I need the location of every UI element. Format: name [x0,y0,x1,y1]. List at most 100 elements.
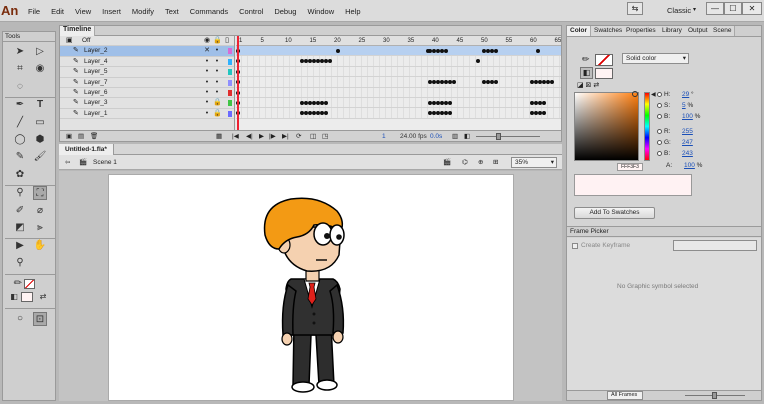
a-value[interactable]: 100 [684,162,695,169]
fill-color-icon[interactable]: ◧ [7,290,21,304]
keyframe[interactable] [542,101,546,105]
frames-filter-select[interactable]: All Frames [607,391,643,400]
visibility-toggle[interactable]: • [203,78,211,88]
playhead[interactable] [237,36,239,141]
stroke-swatch[interactable] [595,54,613,66]
frame-ruler[interactable]: 151015202530354045505560651s2s [236,36,561,46]
clip-stage-icon[interactable]: ⊞ [493,155,498,170]
layer-row[interactable]: ✎ Layer_4 • • [60,57,234,68]
menu-commands[interactable]: Commands [190,7,228,16]
layer-color-chip[interactable] [228,90,232,96]
pencil-tool-icon[interactable]: ✎ [13,150,27,164]
color-spectrum[interactable] [574,92,639,161]
layer-row[interactable]: ✎ Layer_5 • • [60,67,234,78]
step-back-icon[interactable]: ◀| [246,131,253,142]
frame-center-icon[interactable]: ▥ [452,131,458,142]
visibility-toggle[interactable]: • [203,98,211,108]
maximize-button[interactable]: ☐ [724,2,742,15]
snap-to-icon[interactable]: ⊕ [478,155,483,170]
lock-toggle[interactable]: • [213,46,221,56]
edit-scene-icon[interactable]: 🎬 [443,155,451,170]
play-icon[interactable]: ▶ [259,131,264,142]
document-tab[interactable]: Untitled-1.fla* [59,144,114,155]
text-tool-icon[interactable]: T [33,98,47,112]
radio-g[interactable] [657,139,662,145]
r-value[interactable]: 255 [682,128,693,135]
layer-color-chip[interactable] [228,110,232,117]
new-folder-icon[interactable]: ▤ [78,131,84,142]
deco-tool-icon[interactable]: ✿ [13,168,27,182]
loop-icon[interactable]: ⟳ [296,131,301,142]
stroke-color-icon[interactable]: ✏ [582,54,590,65]
cartoon-character[interactable] [109,175,515,401]
3d-rotation-icon[interactable]: ◉ [33,62,47,76]
layer-row[interactable]: ✎ Layer_3 • 🔒 [60,98,234,109]
minimize-button[interactable]: — [706,2,724,15]
layer-color-chip[interactable] [228,69,232,76]
h-value[interactable]: 29 [682,91,689,98]
menu-view[interactable]: View [75,7,91,16]
fill-bucket-icon[interactable]: ◧ [580,67,593,79]
radio-bv[interactable] [657,113,662,119]
menu-file[interactable]: File [28,7,40,16]
visibility-toggle[interactable]: • [203,109,211,119]
menu-control[interactable]: Control [239,7,263,16]
keyframe[interactable] [324,101,328,105]
frame-row[interactable] [236,108,561,119]
first-frame-icon[interactable]: |◀ [232,131,239,142]
lock-toggle[interactable]: 🔒 [213,98,222,108]
paint-bucket-icon[interactable]: ⛶ [33,186,47,200]
layer-color-chip[interactable] [228,48,232,55]
frame-row[interactable] [236,77,561,88]
tab-color[interactable]: Color [567,26,591,36]
zoom-tool-icon[interactable]: ⚲ [13,256,27,270]
layer-color-chip[interactable] [228,58,232,65]
polystar-icon[interactable]: ⬢ [33,133,47,147]
pen-tool-icon[interactable]: ✒ [13,98,27,112]
menu-modify[interactable]: Modify [132,7,154,16]
lock-toggle[interactable]: • [213,57,221,67]
eyedropper-icon[interactable]: ⌀ [33,204,47,218]
timeline-zoom-slider[interactable] [476,136,540,137]
camera-tool-icon[interactable]: ▶ [13,239,27,253]
keyframe[interactable] [494,80,498,85]
layer-name[interactable]: Layer_7 [84,78,108,88]
create-keyframe-checkbox[interactable] [572,243,578,249]
keyframe[interactable] [336,49,340,53]
menu-text[interactable]: Text [165,7,179,16]
hex-field[interactable]: FFF3F3 [617,163,643,171]
fill-type-select[interactable]: Solid color ▾ [622,53,689,64]
visibility-toggle[interactable]: • [203,88,211,98]
keyframe[interactable] [536,49,540,53]
back-arrow-icon[interactable]: ⇦ [65,155,70,170]
stage[interactable] [108,174,514,401]
keyframe[interactable] [550,80,554,85]
edit-symbol-icon[interactable]: ⌬ [462,155,468,170]
layer-row[interactable]: ✎ Layer_2 ✕ • [60,46,234,57]
camera-icon[interactable]: ▣ [66,36,73,46]
snap-icon[interactable]: ⊡ [33,312,47,326]
current-frame[interactable]: 1 [382,131,386,142]
reset-colors-icon[interactable]: ◪ ⊠ ⇄ [577,81,599,89]
menu-help[interactable]: Help [345,7,360,16]
lock-toggle[interactable]: • [213,88,221,98]
add-to-swatches-button[interactable]: Add To Swatches [574,207,655,219]
tab-scene[interactable]: Scene [710,26,736,36]
layer-name[interactable]: Layer_5 [84,67,108,77]
fill-color-swatch[interactable] [21,292,33,302]
stroke-color-icon[interactable]: ✏ [11,277,25,291]
layer-name[interactable]: Layer_4 [84,57,108,67]
frame-row[interactable] [236,66,561,78]
keyframe[interactable] [444,49,448,53]
onion-skin-icon[interactable]: ◫ [310,131,316,142]
layer-name[interactable]: Layer_3 [84,98,108,108]
b-value[interactable]: 243 [682,150,693,157]
oval-tool-icon[interactable]: ◯ [13,133,27,147]
frame-row[interactable] [236,87,561,98]
radio-b[interactable] [657,150,662,156]
hue-slider[interactable] [644,92,650,161]
tab-library[interactable]: Library [659,26,686,36]
keyframe[interactable] [452,80,456,85]
stroke-color-swatch[interactable] [24,279,35,289]
lasso-icon[interactable]: ◌ [13,80,27,94]
